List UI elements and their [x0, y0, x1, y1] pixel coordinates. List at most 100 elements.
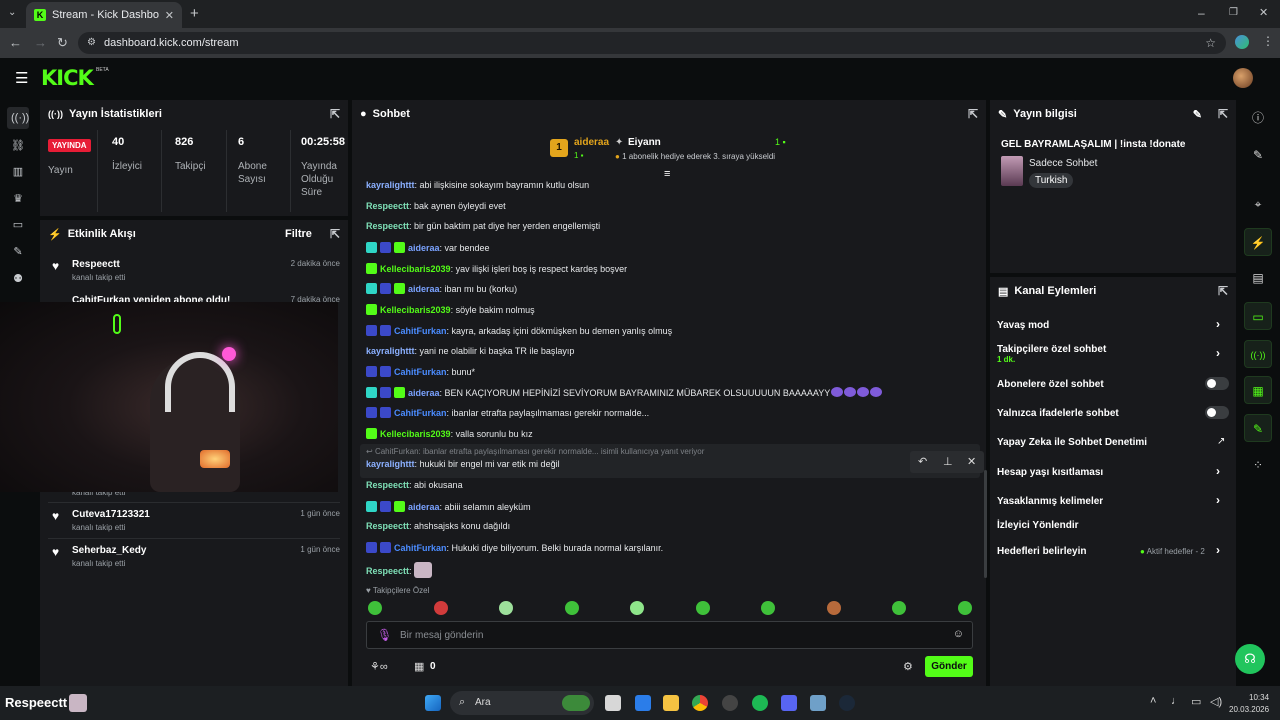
hamburger-menu-icon[interactable]: ☰ — [15, 69, 28, 87]
broadcast-icon[interactable]: ((·)) — [11, 111, 29, 125]
chat-user[interactable]: CahitFurkan — [394, 367, 447, 377]
close-tab-icon[interactable]: ✕ — [165, 9, 174, 22]
monitor-icon[interactable]: ▭ — [1191, 695, 1201, 708]
popout-icon[interactable]: ⇱ — [330, 227, 340, 241]
chevron-right-icon[interactable]: › — [1216, 464, 1220, 478]
wrench-icon[interactable]: ✎ — [11, 245, 25, 259]
emote-icon[interactable] — [958, 601, 972, 615]
discord-icon[interactable] — [781, 695, 797, 711]
followers-chat-item[interactable]: Takipçilere özel sohbet — [997, 344, 1106, 355]
subs-chat-toggle[interactable] — [1205, 377, 1229, 390]
popout-icon[interactable]: ⇱ — [330, 107, 340, 121]
chat-user[interactable]: Respeectt — [366, 566, 409, 576]
emote-chat-toggle[interactable] — [1205, 406, 1229, 419]
moderation-icon[interactable]: ▦ — [1244, 376, 1272, 404]
tab-list-icon[interactable]: ⌄ — [8, 7, 16, 18]
focus-icon[interactable]: ⌖ — [1244, 190, 1272, 218]
restore-icon[interactable]: ❐ — [1229, 7, 1238, 18]
volume-icon[interactable]: ◁) — [1210, 695, 1222, 708]
chat-user[interactable]: CahitFurkan — [394, 408, 447, 418]
clock-date[interactable]: 20.03.2026 — [1229, 705, 1269, 714]
microphone-icon[interactable]: 🎙 — [377, 628, 392, 642]
leaderboard-name-2[interactable]: Eiyann — [628, 137, 661, 148]
store-icon[interactable] — [635, 695, 651, 711]
forward-icon[interactable]: → — [34, 35, 47, 51]
reply-action-icon[interactable]: ↶ — [918, 455, 927, 468]
info-icon[interactable]: ⓘ — [1244, 104, 1272, 132]
apps-icon[interactable]: ⁘ — [1244, 451, 1272, 479]
emote-icon[interactable] — [630, 601, 644, 615]
emote-icon[interactable] — [696, 601, 710, 615]
browser-menu-icon[interactable]: ⋮ — [1262, 34, 1274, 48]
raid-item[interactable]: İzleyici Yönlendir — [997, 520, 1079, 531]
monitor-icon[interactable]: ▭ — [11, 218, 25, 232]
chrome-icon[interactable] — [692, 695, 708, 711]
emote-icon[interactable] — [499, 601, 513, 615]
close-window-icon[interactable]: ✕ — [1259, 6, 1268, 19]
category-name[interactable]: Sadece Sohbet — [1029, 158, 1097, 169]
send-button[interactable]: Gönder — [925, 656, 973, 677]
chat-settings-icon[interactable]: ⚙ — [903, 660, 913, 673]
chat-user[interactable]: Respeectt — [366, 221, 409, 231]
leaderboard-name-1[interactable]: aideraa — [574, 137, 609, 148]
chevron-right-icon[interactable]: › — [1216, 493, 1220, 507]
taskbar-search[interactable]: ⌕ Ara — [450, 691, 594, 715]
clock-time[interactable]: 10:34 — [1249, 693, 1269, 702]
emoji-picker-icon[interactable]: ☺ — [953, 628, 964, 640]
windows-start-icon[interactable] — [425, 695, 441, 711]
broadcast-icon[interactable]: ((·)) — [1244, 340, 1272, 368]
chevron-right-icon[interactable]: › — [1216, 543, 1220, 557]
external-link-icon[interactable]: ↗ — [1217, 436, 1225, 447]
chat-user[interactable]: CahitFurkan — [394, 326, 447, 336]
goals-item[interactable]: Hedefleri belirleyin — [997, 546, 1086, 557]
emote-icon[interactable] — [368, 601, 382, 615]
chat-scrollbar[interactable] — [984, 470, 987, 578]
popout-icon[interactable]: ⇱ — [1218, 107, 1228, 121]
kick-logo[interactable]: KICK — [41, 66, 94, 90]
pin-action-icon[interactable]: ⊥ — [943, 455, 953, 468]
emote-icon[interactable] — [761, 601, 775, 615]
reload-icon[interactable]: ↻ — [57, 35, 68, 51]
chat-user[interactable]: aideraa — [408, 388, 440, 398]
app-icon[interactable] — [810, 695, 826, 711]
link-icon[interactable]: ⛓ — [11, 139, 25, 153]
support-button[interactable]: ☊ — [1235, 644, 1265, 674]
users-icon[interactable]: ⚉ — [11, 272, 25, 286]
analytics-icon[interactable]: ▥ — [11, 165, 25, 179]
collapse-leaderboard-icon[interactable]: ≡ — [664, 168, 670, 180]
chat-user[interactable]: aideraa — [408, 502, 440, 512]
pencil-icon[interactable]: ✎ — [1244, 141, 1272, 169]
url-field[interactable]: ⚙ dashboard.kick.com/stream ☆ — [78, 32, 1226, 54]
chat-user[interactable]: Kellecibaris2039 — [380, 429, 451, 439]
profile-avatar-icon[interactable] — [1235, 35, 1249, 49]
chat-user[interactable]: Kellecibaris2039 — [380, 264, 451, 274]
file-explorer-icon[interactable] — [663, 695, 679, 711]
store-icon[interactable]: ▦ — [414, 660, 424, 673]
age-restrict-item[interactable]: Hesap yaşı kısıtlaması — [997, 467, 1103, 478]
microphone-icon[interactable]: ♩ — [1171, 695, 1182, 707]
new-tab-button[interactable]: + — [190, 5, 199, 22]
popout-icon[interactable]: ⇱ — [968, 107, 978, 121]
chat-user[interactable]: Respeectt — [366, 521, 409, 531]
clipboard-icon[interactable]: ▤ — [1244, 264, 1272, 292]
back-icon[interactable]: ← — [9, 35, 22, 51]
chat-input[interactable]: 🎙 Bir mesaj gönderin ☺ — [366, 621, 973, 649]
chat-user[interactable]: kayralighttt — [366, 180, 415, 190]
bolt-icon[interactable]: ⚡ — [1244, 228, 1272, 256]
chat-icon[interactable]: ▭ — [1244, 302, 1272, 330]
wrench-icon[interactable]: ✎ — [1244, 414, 1272, 442]
chat-user[interactable]: kayralighttt — [366, 459, 415, 469]
browser-tab[interactable]: K Stream - Kick Dashboard ✕ — [26, 2, 182, 28]
task-view-icon[interactable] — [605, 695, 621, 711]
ai-mod-item[interactable]: Yapay Zeka ile Sohbet Denetimi — [997, 437, 1147, 448]
chat-user[interactable]: Respeectt — [366, 480, 409, 490]
minimize-icon[interactable]: – — [1198, 6, 1205, 20]
slow-mode-item[interactable]: Yavaş mod — [997, 320, 1049, 331]
chat-user[interactable]: aideraa — [408, 243, 440, 253]
site-info-icon[interactable]: ⚙ — [87, 32, 96, 54]
obs-icon[interactable] — [722, 695, 738, 711]
chat-user[interactable]: kayralighttt — [366, 346, 415, 356]
chat-user[interactable]: CahitFurkan — [394, 543, 447, 553]
link-icon[interactable]: ⚘∞ — [370, 660, 388, 673]
emote-icon[interactable] — [565, 601, 579, 615]
